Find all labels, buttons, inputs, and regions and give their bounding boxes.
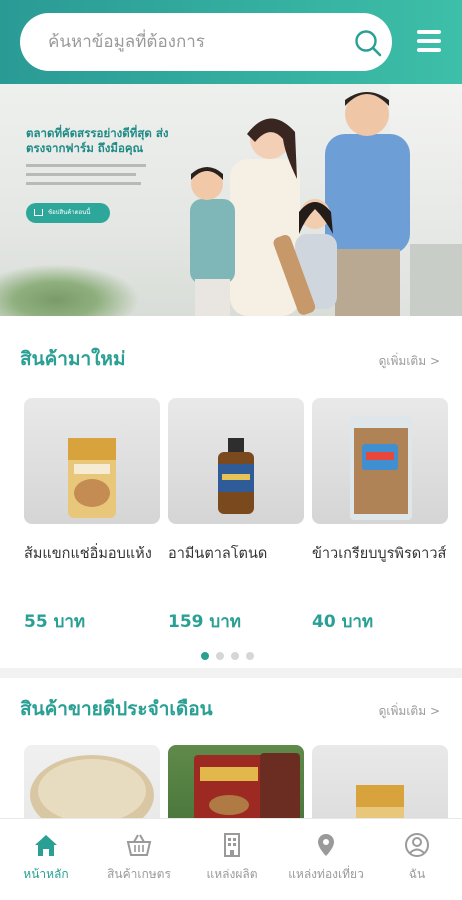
product-price: 159 บาท	[168, 612, 241, 632]
nav-label: หน้าหลัก	[23, 867, 69, 881]
product-card[interactable]: อามีนตาลโตนด 159 บาท	[168, 398, 304, 632]
section-title: สินค้าขายดีประจำเดือน	[20, 698, 213, 720]
banner-subtext	[26, 161, 156, 185]
product-card[interactable]: ส้มแขกแช่อิ่มอบแห้ง 55 บาท	[24, 398, 160, 632]
building-icon	[224, 833, 240, 857]
section-title: สินค้ามาใหม่	[20, 348, 126, 370]
app-screen: ตลาดที่คัดสรรอย่างดีที่สุด ส่งตรงจากฟาร์…	[0, 0, 462, 900]
product-name: ส้มแขกแช่อิ่มอบแห้ง	[24, 546, 152, 562]
nav-item-producers[interactable]: แหล่งผลิต	[192, 819, 272, 900]
home-icon	[35, 835, 57, 856]
plant-decoration	[0, 264, 140, 316]
product-card[interactable]: ข้าวเกรียบบูรพิรดาวส์ 40 บาท	[312, 398, 448, 632]
search-input[interactable]	[48, 27, 338, 57]
nav-label: สินค้าเกษตร	[107, 867, 171, 881]
nav-item-home[interactable]: หน้าหลัก	[6, 819, 86, 900]
nav-label: แหล่งผลิต	[206, 867, 258, 881]
carousel-dot-active[interactable]	[201, 652, 209, 660]
carousel-dot[interactable]	[216, 652, 224, 660]
basket-icon	[126, 834, 152, 856]
see-more-link[interactable]: ดูเพิ่มเติม >	[379, 702, 440, 721]
carousel-dot[interactable]	[231, 652, 239, 660]
product-price: 55 บาท	[24, 612, 86, 632]
see-more-link[interactable]: ดูเพิ่มเติม >	[379, 352, 440, 371]
carousel-indicator	[201, 645, 261, 660]
nav-item-profile[interactable]: ฉัน	[380, 819, 454, 900]
product-name: ข้าวเกรียบบูรพิรดาวส์	[312, 546, 447, 562]
search-icon[interactable]	[353, 28, 383, 58]
product-name: อามีนตาลโตนด	[168, 546, 268, 562]
cart-icon	[34, 209, 43, 216]
family-photo	[190, 92, 410, 316]
banner-title: ตลาดที่คัดสรรอย่างดีที่สุด ส่งตรงจากฟาร์…	[26, 126, 169, 155]
promo-banner[interactable]: ตลาดที่คัดสรรอย่างดีที่สุด ส่งตรงจากฟาร์…	[0, 84, 462, 316]
search-bar[interactable]	[20, 13, 392, 71]
nav-item-agri-products[interactable]: สินค้าเกษตร	[96, 819, 182, 900]
top-header	[0, 0, 462, 84]
shop-now-button[interactable]: ช้อปสินค้าตอนนี้	[26, 203, 110, 223]
nav-label: แหล่งท่องเที่ยว	[288, 867, 364, 881]
carousel-dot[interactable]	[246, 652, 254, 660]
nav-label: ฉัน	[408, 867, 426, 881]
new-products-section: สินค้ามาใหม่ ดูเพิ่มเติม > ส้มแขกแช่อิ่ม…	[0, 316, 462, 668]
user-icon	[405, 833, 429, 857]
best-sellers-section: สินค้าขายดีประจำเดือน ดูเพิ่มเติม >	[0, 678, 462, 871]
location-pin-icon	[318, 834, 334, 856]
bottom-navigation: หน้าหลัก สินค้าเกษตร แหล่งผลิต แหล่งท่อง…	[0, 818, 462, 900]
product-image	[24, 398, 160, 524]
hamburger-menu-icon[interactable]	[417, 30, 441, 52]
product-image	[312, 398, 448, 524]
nav-item-attractions[interactable]: แหล่งท่องเที่ยว	[278, 819, 374, 900]
product-price: 40 บาท	[312, 612, 374, 632]
product-image	[168, 398, 304, 524]
